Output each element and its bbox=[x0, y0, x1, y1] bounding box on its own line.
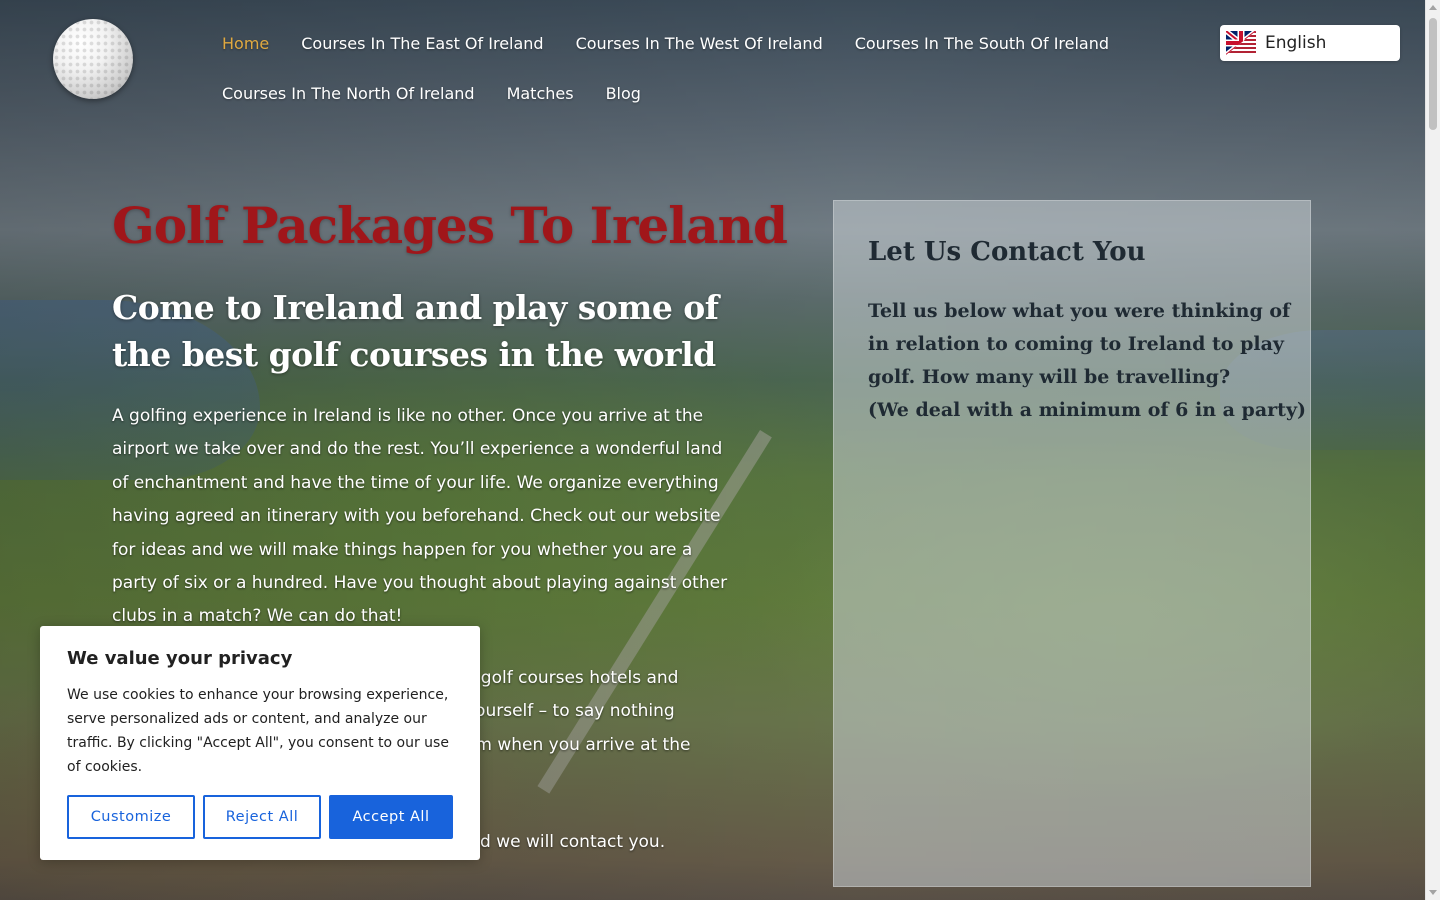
contact-description: Tell us below what you were thinking of … bbox=[868, 295, 1306, 427]
nav-item-courses-east[interactable]: Courses In The East Of Ireland bbox=[301, 34, 543, 53]
scroll-down-arrow-icon[interactable] bbox=[1429, 890, 1437, 895]
page-scrollbar[interactable] bbox=[1425, 0, 1440, 900]
customize-button[interactable]: Customize bbox=[67, 795, 195, 839]
cookie-description: We use cookies to enhance your browsing … bbox=[67, 687, 449, 775]
nav-item-courses-north[interactable]: Courses In The North Of Ireland bbox=[222, 84, 475, 103]
hero-subtitle: Come to Ireland and play some of the bes… bbox=[112, 288, 719, 374]
contact-panel: Let Us Contact You Tell us below what yo… bbox=[833, 200, 1311, 887]
accept-all-button[interactable]: Accept All bbox=[329, 795, 453, 839]
scrollbar-thumb[interactable] bbox=[1429, 18, 1437, 130]
golf-ball-icon[interactable] bbox=[53, 19, 133, 99]
language-label: English bbox=[1265, 33, 1327, 53]
nav-item-home[interactable]: Home bbox=[222, 34, 269, 53]
language-selector[interactable]: English bbox=[1220, 25, 1400, 61]
cookie-title: We value your privacy bbox=[67, 648, 293, 669]
nav-item-matches[interactable]: Matches bbox=[507, 84, 574, 103]
reject-all-button[interactable]: Reject All bbox=[203, 795, 321, 839]
scroll-up-arrow-icon[interactable] bbox=[1429, 5, 1437, 10]
contact-title: Let Us Contact You bbox=[868, 237, 1146, 267]
page-title: Golf Packages To Ireland bbox=[112, 196, 788, 255]
hero-paragraph-intro: A golfing experience in Ireland is like … bbox=[112, 406, 728, 627]
nav-item-courses-south[interactable]: Courses In The South Of Ireland bbox=[855, 34, 1109, 53]
contact-line: golf. How many will be travelling? bbox=[868, 366, 1231, 388]
contact-line: (We deal with a minimum of 6 in a party) bbox=[868, 399, 1306, 421]
main-navigation: Home Courses In The East Of Ireland Cour… bbox=[222, 18, 1152, 118]
contact-line: Tell us below what you were thinking of bbox=[868, 300, 1291, 322]
contact-line: in relation to coming to Ireland to play bbox=[868, 333, 1284, 355]
uk-us-flag-icon bbox=[1226, 31, 1256, 55]
cookie-consent-banner: We value your privacy We use cookies to … bbox=[40, 626, 480, 860]
nav-item-blog[interactable]: Blog bbox=[606, 84, 641, 103]
nav-item-courses-west[interactable]: Courses In The West Of Ireland bbox=[576, 34, 823, 53]
